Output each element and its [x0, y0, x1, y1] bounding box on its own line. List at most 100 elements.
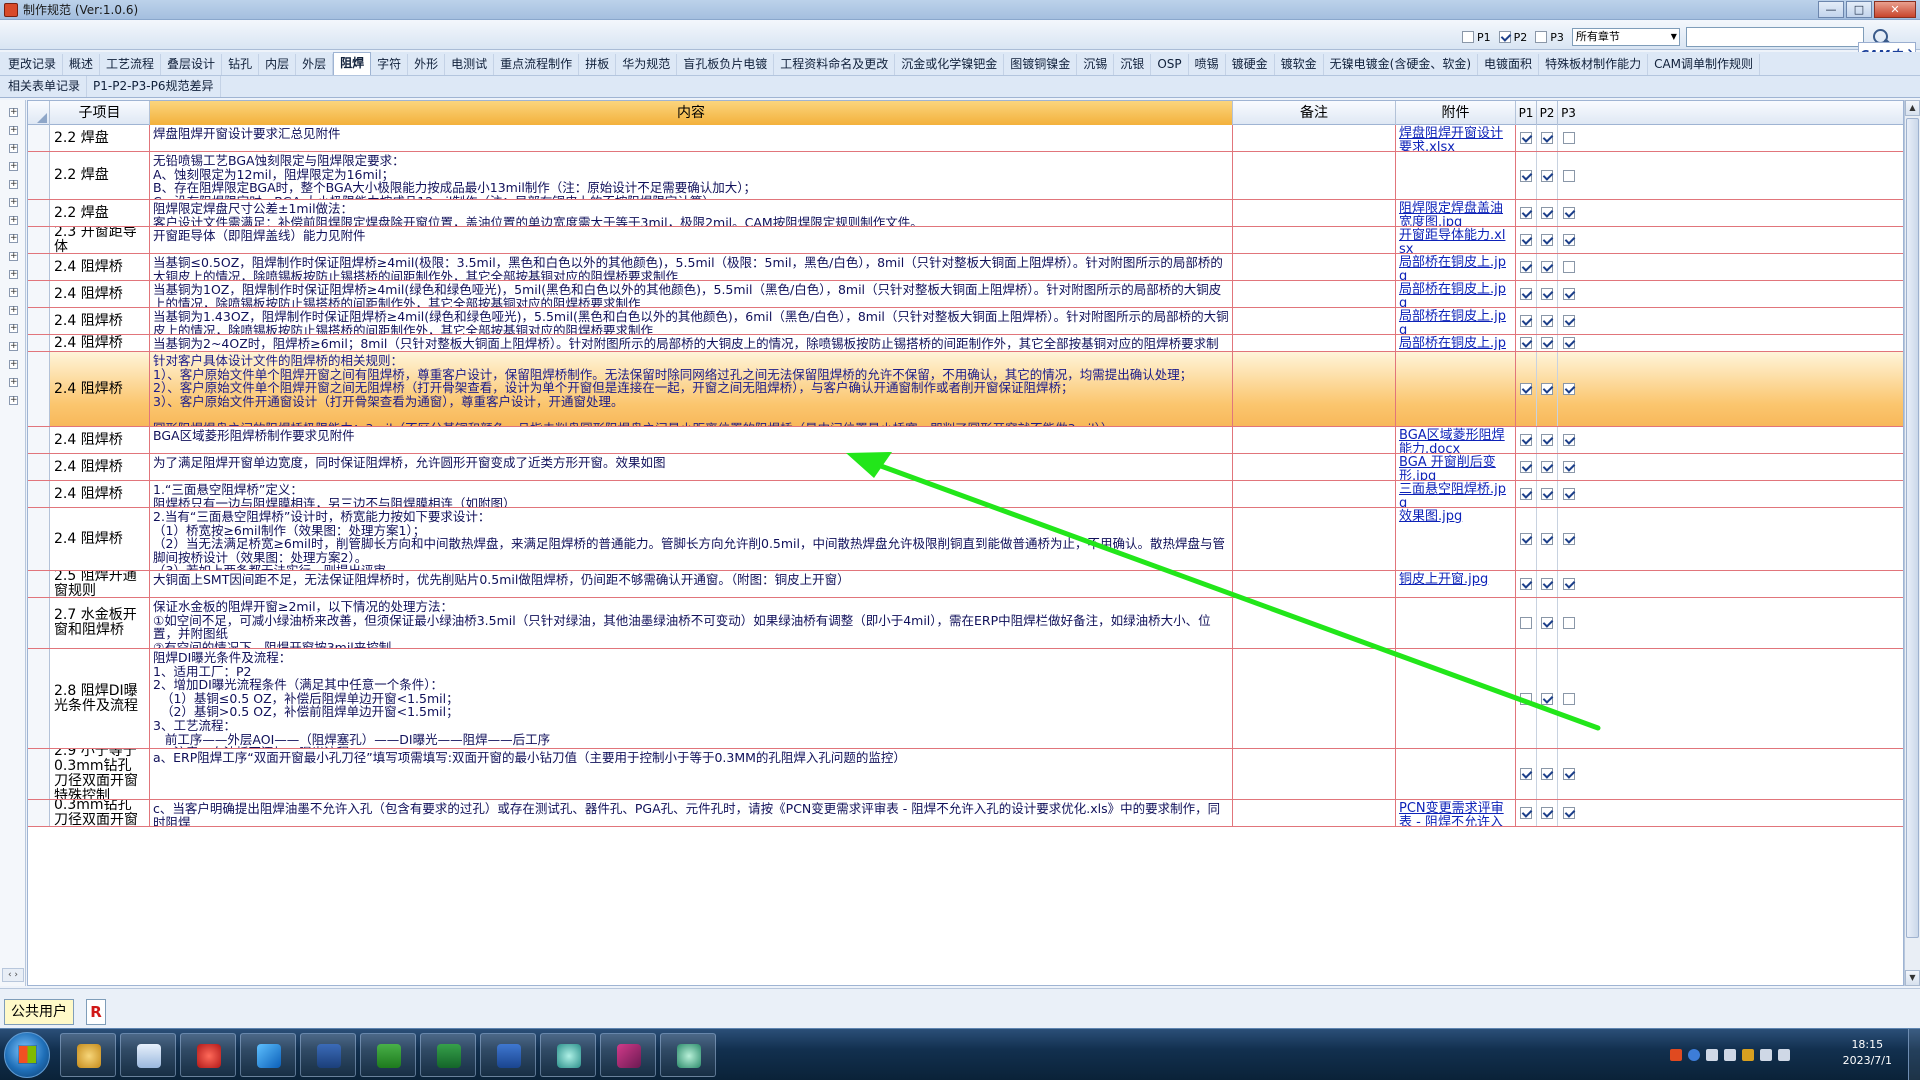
row-p2-checkbox[interactable] [1541, 434, 1553, 446]
row-indicator[interactable] [28, 749, 50, 799]
scroll-down-button[interactable]: ▼ [1905, 970, 1920, 986]
search-input[interactable] [1685, 27, 1864, 47]
row-p2-checkbox[interactable] [1541, 261, 1553, 273]
attachment-link[interactable]: 效果图.jpg [1399, 509, 1462, 524]
section-tab-18[interactable]: 沉锡 [1077, 54, 1115, 75]
taskbar-app-save[interactable] [300, 1033, 356, 1077]
row-p3-checkbox[interactable] [1562, 132, 1575, 144]
row-indicator[interactable] [28, 598, 50, 648]
table-row[interactable]: 2.4 阻焊桥 针对客户具体设计文件的阻焊桥的相关规则： 1）、客户原始文件单个阻… [28, 352, 1903, 427]
row-note[interactable] [1233, 649, 1396, 748]
volume-icon[interactable] [1760, 1049, 1772, 1061]
row-p3-checkbox[interactable] [1562, 315, 1575, 327]
section-tab-15[interactable]: 工程资料命名及更改 [774, 54, 896, 75]
row-p3-checkbox[interactable] [1562, 617, 1575, 629]
extra-tab-0[interactable]: 相关表单记录 [2, 76, 88, 97]
tree-scroll-arrows[interactable]: ‹ › [2, 968, 24, 982]
row-indicator[interactable] [28, 308, 50, 334]
row-p2-checkbox[interactable] [1541, 234, 1553, 246]
section-tab-23[interactable]: 镀软金 [1275, 54, 1324, 75]
taskbar-app-project[interactable] [360, 1033, 416, 1077]
tree-expand-icon[interactable]: + [9, 144, 18, 153]
section-tab-6[interactable]: 外层 [296, 54, 334, 75]
row-indicator[interactable] [28, 200, 50, 226]
row-p2-checkbox[interactable] [1541, 288, 1553, 300]
section-tab-14[interactable]: 盲孔板负片电镀 [677, 54, 775, 75]
section-tab-25[interactable]: 电镀面积 [1478, 54, 1540, 75]
table-row[interactable]: 2.2 焊盘 阻焊限定焊盘尺寸公差±1mil做法： 客户设计文件需满足：补偿前阻焊… [28, 200, 1903, 227]
row-p3-checkbox[interactable] [1562, 337, 1575, 349]
row-p2-checkbox[interactable] [1541, 578, 1553, 590]
table-row[interactable]: 2.4 阻焊桥 当基铜≤0.5OZ，阻焊制作时保证阻焊桥≥4mil(极限：3.5m… [28, 254, 1903, 281]
taskbar-app-shell[interactable] [60, 1033, 116, 1077]
tree-expand-icon[interactable]: + [9, 288, 18, 297]
table-row[interactable]: 2.4 阻焊桥 当基铜为1.43OZ，阻焊制作时保证阻焊桥≥4mil(绿色和绿色哑… [28, 308, 1903, 335]
taskbar-app-notepad[interactable] [120, 1033, 176, 1077]
row-note[interactable] [1233, 571, 1396, 597]
column-header-note[interactable]: 备注 [1233, 101, 1396, 125]
row-indicator[interactable] [28, 152, 50, 199]
row-p2-checkbox[interactable] [1541, 488, 1553, 500]
chapter-select[interactable]: 所有章节 [1571, 28, 1680, 46]
tree-expand-icon[interactable]: + [9, 324, 18, 333]
row-p1-checkbox[interactable] [1520, 337, 1532, 349]
tray-expand-icon[interactable] [1724, 1049, 1736, 1061]
table-row[interactable]: 2.3 开窗距导体 开窗距导体（即阻焊盖线）能力见附件 开窗距导体能力.xlsx [28, 227, 1903, 254]
attachment-link[interactable]: 局部桥在铜皮上.jpg [1399, 336, 1506, 352]
row-note[interactable] [1233, 481, 1396, 507]
row-p1-checkbox[interactable] [1520, 132, 1532, 144]
row-p3-checkbox[interactable] [1562, 169, 1575, 182]
section-tab-20[interactable]: OSP [1151, 54, 1189, 75]
row-indicator[interactable] [28, 481, 50, 507]
tree-expand-icon[interactable]: + [9, 360, 18, 369]
row-p2-checkbox[interactable] [1541, 807, 1553, 819]
row-p2-checkbox[interactable] [1541, 461, 1553, 473]
section-tab-21[interactable]: 喷锡 [1189, 54, 1226, 75]
row-note[interactable] [1233, 427, 1396, 453]
section-tab-1[interactable]: 概述 [63, 54, 101, 75]
table-row[interactable]: 2.2 焊盘 无铅喷锡工艺BGA蚀刻限定与阻焊限定要求： A、蚀刻限定为12mil… [28, 152, 1903, 200]
attachment-link[interactable]: PCN变更需求评审表 - 阻焊不允许入孔.xls [1399, 801, 1504, 827]
row-p2-checkbox[interactable] [1541, 132, 1553, 144]
row-p2-checkbox[interactable] [1541, 617, 1553, 629]
row-note[interactable] [1233, 352, 1396, 426]
taskbar-app-eye[interactable] [660, 1033, 716, 1077]
table-row[interactable]: 2.4 阻焊桥 为了满足阻焊开窗单边宽度，同时保证阻焊桥，允许圆形开窗变成了近类方… [28, 454, 1903, 481]
row-p3-checkbox[interactable] [1562, 288, 1575, 300]
minimize-button[interactable]: — [1818, 1, 1844, 18]
row-p1-checkbox[interactable] [1520, 461, 1532, 473]
taskbar-app-word[interactable] [480, 1033, 536, 1077]
row-p1-checkbox[interactable] [1520, 768, 1532, 780]
column-header-p3[interactable]: P3 [1558, 101, 1579, 125]
row-p2-checkbox[interactable] [1541, 207, 1553, 219]
attachment-link[interactable]: 开窗距导体能力.xlsx [1399, 228, 1505, 254]
attachment-link[interactable]: 局部桥在铜皮上.jpg [1399, 309, 1506, 335]
table-row[interactable]: 2.2 焊盘 焊盘阻焊开窗设计要求汇总见附件 焊盘阻焊开窗设计要求.xlsx [28, 125, 1903, 152]
section-tab-8[interactable]: 字符 [371, 54, 409, 75]
row-p3-checkbox[interactable] [1562, 261, 1575, 273]
row-indicator[interactable] [28, 427, 50, 453]
row-indicator[interactable] [28, 281, 50, 307]
attachment-link[interactable]: 三面悬空阻焊桥.jpg [1399, 482, 1506, 508]
attachment-link[interactable]: BGA 开窗削后变形.jpg [1399, 455, 1496, 481]
row-p1-checkbox[interactable] [1520, 692, 1532, 705]
tree-expand-icon[interactable]: + [9, 378, 18, 387]
row-p1-checkbox[interactable] [1520, 234, 1532, 246]
show-desktop-button[interactable] [1908, 1029, 1920, 1080]
row-note[interactable] [1233, 125, 1396, 151]
row-p3-checkbox[interactable] [1562, 488, 1575, 500]
row-note[interactable] [1233, 308, 1396, 334]
row-note[interactable] [1233, 200, 1396, 226]
section-tab-0[interactable]: 更改记录 [2, 54, 64, 75]
section-tab-5[interactable]: 内层 [259, 54, 297, 75]
row-note[interactable] [1233, 227, 1396, 253]
section-tab-13[interactable]: 华为规范 [616, 54, 678, 75]
row-p3-checkbox[interactable] [1562, 807, 1575, 819]
row-note[interactable] [1233, 749, 1396, 799]
network-icon[interactable] [1778, 1049, 1790, 1061]
table-row[interactable]: 2.9 小于等于0.3mm钻孔刀径双面开窗特殊控制 a、ERP阻焊工序“双面开窗最… [28, 749, 1903, 800]
input-method-icon[interactable] [1670, 1049, 1682, 1061]
section-tab-4[interactable]: 钻孔 [222, 54, 260, 75]
p1-checkbox[interactable] [1462, 31, 1474, 43]
attachment-link[interactable]: 焊盘阻焊开窗设计要求.xlsx [1399, 126, 1503, 152]
